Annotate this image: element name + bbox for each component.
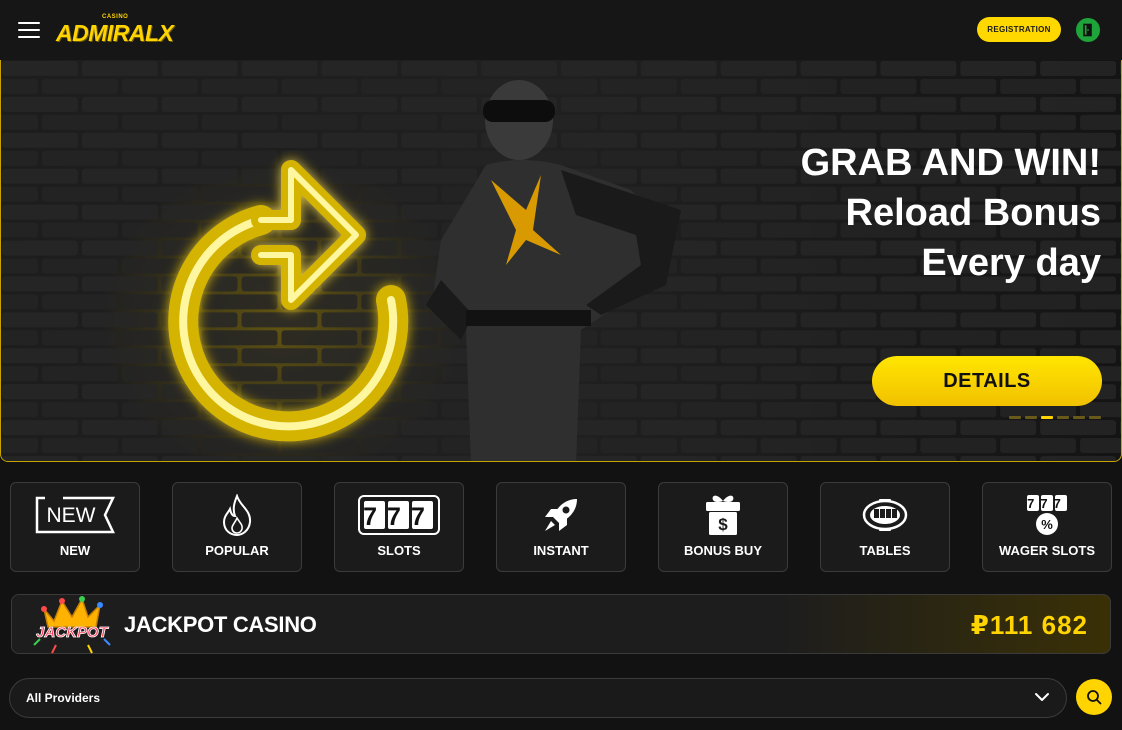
search-icon — [1087, 690, 1102, 705]
registration-button[interactable]: REGISTRATION — [977, 17, 1061, 42]
category-tables[interactable]: TABLES — [820, 482, 950, 572]
category-new[interactable]: NEW NEW — [10, 482, 140, 572]
gift-dollar-icon: $ — [706, 495, 740, 535]
carousel-dot-active[interactable] — [1041, 416, 1053, 419]
rocket-icon — [545, 499, 577, 531]
banner-headline: GRAB AND WIN! Reload Bonus Every day — [801, 138, 1101, 288]
flame-icon — [222, 494, 252, 536]
wager-777-icon: 777 % — [1027, 495, 1067, 535]
logo-text: ADMIRALX — [56, 20, 174, 46]
svg-text:%: % — [1041, 517, 1053, 532]
chevron-down-icon — [1035, 693, 1049, 701]
banner-line-1: GRAB AND WIN! — [800, 142, 1101, 184]
header: CASINO ADMIRALX REGISTRATION — [0, 0, 1122, 60]
svg-text:$: $ — [718, 515, 728, 534]
carousel-dot[interactable] — [1025, 416, 1037, 419]
slots-777-icon: 777 — [358, 495, 440, 535]
category-label: SLOTS — [377, 543, 421, 558]
category-label: BONUS BUY — [683, 543, 762, 558]
details-button[interactable]: DETAILS — [872, 356, 1102, 406]
category-popular[interactable]: POPULAR — [172, 482, 302, 572]
carousel-dot[interactable] — [1057, 416, 1069, 419]
category-instant[interactable]: INSTANT — [496, 482, 626, 572]
new-tag-icon: NEW — [35, 496, 115, 534]
providers-select[interactable]: All Providers — [9, 678, 1067, 718]
menu-icon[interactable] — [18, 22, 40, 38]
neon-arrow-icon — [168, 160, 409, 442]
login-door-icon — [1083, 23, 1092, 37]
carousel-dot[interactable] — [1009, 416, 1021, 419]
cards-table-icon — [862, 499, 908, 531]
svg-text:777: 777 — [1027, 496, 1067, 511]
promo-banner[interactable]: GRAB AND WIN! Reload Bonus Every day DET… — [0, 60, 1122, 462]
category-label: INSTANT — [533, 543, 589, 558]
login-button[interactable] — [1076, 18, 1100, 42]
jackpot-casino-banner[interactable]: JACKPOT JACKPOT CASINO ₽111 682 — [11, 594, 1111, 654]
jackpot-amount: ₽111 682 — [970, 610, 1088, 640]
category-slots[interactable]: 777 SLOTS — [334, 482, 464, 572]
category-label: NEW — [59, 543, 91, 558]
providers-select-value: All Providers — [26, 691, 101, 705]
carousel-dot[interactable] — [1089, 416, 1101, 419]
category-label: POPULAR — [205, 543, 269, 558]
category-nav: NEW NEW POPULAR 777 SLOTS INSTANT $ BONU… — [10, 482, 1112, 572]
logo[interactable]: CASINO ADMIRALX — [56, 14, 174, 48]
svg-text:JACKPOT: JACKPOT — [36, 624, 110, 641]
superhero-figure — [426, 80, 681, 461]
category-bonus-buy[interactable]: $ BONUS BUY — [658, 482, 788, 572]
jackpot-title: JACKPOT CASINO — [124, 612, 317, 637]
banner-line-2: Reload Bonus — [845, 192, 1101, 234]
carousel-dot[interactable] — [1073, 416, 1085, 419]
search-button[interactable] — [1076, 679, 1112, 715]
carousel-dots — [1009, 416, 1101, 419]
category-label: TABLES — [859, 543, 911, 558]
category-label: WAGER SLOTS — [998, 543, 1096, 558]
category-wager-slots[interactable]: 777 % WAGER SLOTS — [982, 482, 1112, 572]
svg-text:NEW: NEW — [47, 504, 96, 527]
jackpot-crown-logo: JACKPOT — [33, 596, 111, 654]
banner-line-3: Every day — [921, 242, 1101, 284]
svg-text:777: 777 — [363, 503, 435, 531]
